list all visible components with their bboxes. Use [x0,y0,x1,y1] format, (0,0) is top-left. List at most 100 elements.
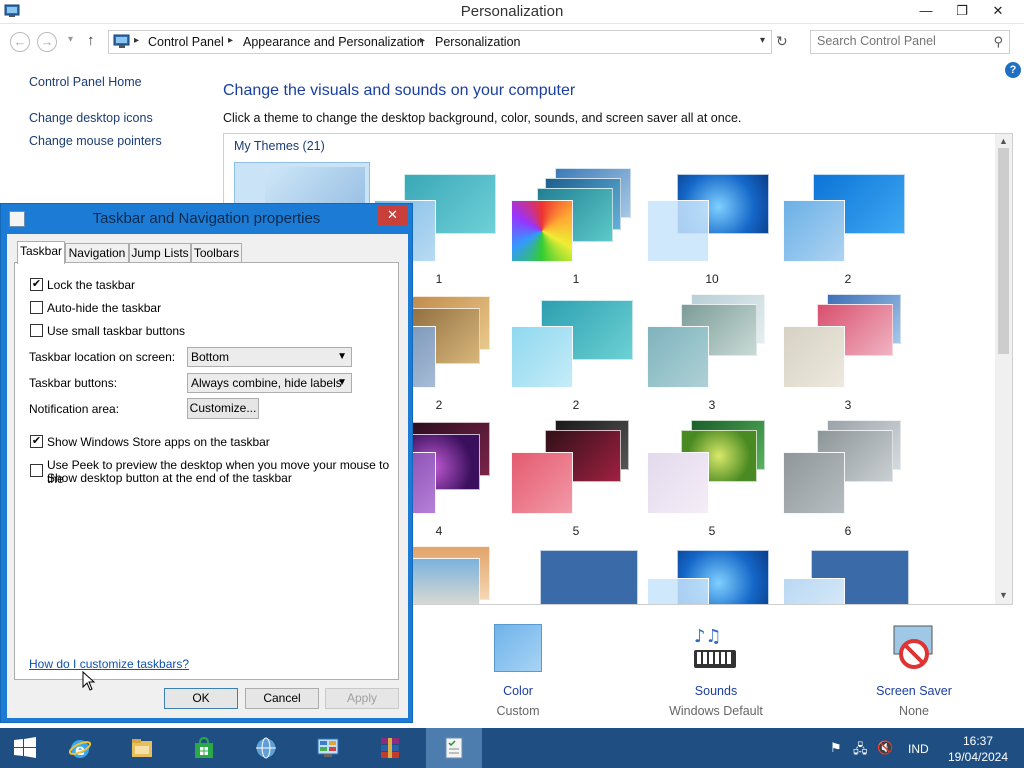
language-indicator[interactable]: IND [908,742,929,756]
refresh-button[interactable]: ↻ [776,33,788,50]
recent-pages-chevron-icon[interactable]: ▾ [68,34,73,45]
breadcrumb-appearance[interactable]: Appearance and Personalization [243,35,424,49]
theme-label: 3 [844,398,852,412]
theme-color-swatch [783,326,845,388]
theme-label: 10 [705,272,719,286]
help-icon[interactable]: ? [1005,62,1021,78]
peek-checkbox[interactable] [30,464,43,477]
back-button[interactable]: ← [10,32,30,52]
theme-color-swatch [647,578,709,604]
small-buttons-label[interactable]: Use small taskbar buttons [47,324,185,338]
window-title: Personalization [460,3,564,20]
theme-item[interactable]: 2 [511,296,641,426]
taskbar-taskbar-properties[interactable] [426,728,482,768]
tab-taskbar[interactable]: Taskbar [17,241,65,264]
customize-button[interactable]: Customize... [187,398,259,419]
dialog-close-button[interactable]: ✕ [377,205,408,225]
search-box[interactable]: ⚲ [810,30,1010,54]
start-button[interactable] [0,728,50,768]
search-input[interactable] [817,34,987,48]
address-dropdown-icon[interactable]: ▾ [760,35,765,46]
auto-hide-checkbox[interactable] [30,301,43,314]
tab-toolbars[interactable]: Toolbars [191,243,242,263]
auto-hide-label[interactable]: Auto-hide the taskbar [47,301,161,315]
themes-scrollbar[interactable]: ▲ ▼ [995,134,1012,604]
close-button[interactable]: ✕ [984,0,1012,22]
breadcrumb-separator-icon: ▸ [134,35,140,46]
theme-label: 1 [572,272,580,286]
location-select[interactable]: Bottom ▼ [187,347,352,367]
theme-item[interactable]: 6 [783,420,913,552]
location-value: Bottom [191,350,230,364]
screen-saver-value: None [899,704,929,718]
mouse-cursor-icon [82,671,96,691]
color-label: Color [503,684,533,698]
sidebar-item-control-panel-home[interactable]: Control Panel Home [29,75,142,89]
theme-label: 5 [708,524,716,538]
theme-color-swatch [647,452,709,514]
themes-group-label[interactable]: My Themes (21) [234,139,325,153]
taskbar-store[interactable] [178,728,230,768]
ok-button[interactable]: OK [164,688,238,709]
title-bar: Personalization — ❐ ✕ [0,0,1024,24]
up-button[interactable]: ↑ [87,32,95,49]
breadcrumb-personalization[interactable]: Personalization [435,35,520,49]
store-icon [195,736,213,758]
help-link[interactable]: How do I customize taskbars? [29,657,189,671]
theme-label: 3 [708,398,716,412]
small-buttons-checkbox[interactable] [30,324,43,337]
page-description: Click a theme to change the desktop back… [223,111,742,125]
theme-item[interactable]: 3 [647,294,777,426]
taskbar-control-panel[interactable] [302,728,354,768]
scroll-down-icon[interactable]: ▼ [999,590,1008,600]
scroll-up-icon[interactable]: ▲ [999,136,1008,146]
search-icon[interactable]: ⚲ [993,34,1003,50]
theme-item[interactable] [783,550,913,604]
sidebar-item-change-desktop-icons[interactable]: Change desktop icons [29,111,153,125]
folder-icon [132,739,152,757]
volume-muted-icon[interactable]: 🔇 [877,740,893,756]
sounds-label: Sounds [694,684,738,698]
taskbar-internet-explorer[interactable]: e [54,728,106,768]
buttons-select[interactable]: Always combine, hide labels ▼ [187,373,352,393]
clock-time[interactable]: 16:37 [955,734,1001,748]
store-apps-checkbox[interactable]: ✔ [30,435,43,448]
breadcrumb-control-panel[interactable]: Control Panel [148,35,224,49]
restore-button[interactable]: ❐ [948,0,976,22]
action-center-flag-icon[interactable]: ⚑ [830,740,842,756]
lock-taskbar-checkbox[interactable]: ✔ [30,278,43,291]
scrollbar-thumb[interactable] [998,148,1009,354]
sidebar-item-change-mouse-pointers[interactable]: Change mouse pointers [29,134,162,148]
taskbar-app-globe[interactable] [240,728,292,768]
forward-button[interactable]: → [37,32,57,52]
theme-label: 2 [844,272,852,286]
tab-navigation[interactable]: Navigation [65,243,129,263]
windows-logo-icon [14,737,36,758]
peek-label-line2[interactable]: Show desktop button at the end of the ta… [47,471,292,485]
cancel-button[interactable]: Cancel [245,688,319,709]
theme-item[interactable]: 5 [647,420,777,552]
theme-item[interactable] [647,550,777,604]
screen-saver-label: Screen Saver [876,684,952,698]
theme-label: 5 [572,524,580,538]
theme-item[interactable]: 2 [783,170,913,300]
taskbar-winrar[interactable] [364,728,416,768]
theme-color-swatch [647,200,709,262]
network-icon[interactable]: 🖧 [853,740,868,762]
tab-jump-lists[interactable]: Jump Lists [129,243,191,263]
theme-item[interactable]: 3 [783,294,913,426]
theme-color-swatch [783,578,845,604]
lock-taskbar-label[interactable]: Lock the taskbar [47,278,135,292]
theme-color-swatch [647,326,709,388]
page-title: Change the visuals and sounds on your co… [223,82,576,99]
theme-item[interactable]: 1 [511,168,641,300]
theme-item[interactable]: 10 [647,170,777,300]
minimize-button[interactable]: — [912,0,940,22]
theme-item[interactable]: 5 [511,420,641,552]
screen-saver-icon [893,625,933,669]
store-apps-label[interactable]: Show Windows Store apps on the taskbar [47,435,270,449]
clock-date[interactable]: 19/04/2024 [940,750,1016,764]
address-bar[interactable]: ▸ Control Panel ▸ Appearance and Persona… [108,30,772,54]
apply-button[interactable]: Apply [325,688,399,709]
taskbar-file-explorer[interactable] [116,728,168,768]
